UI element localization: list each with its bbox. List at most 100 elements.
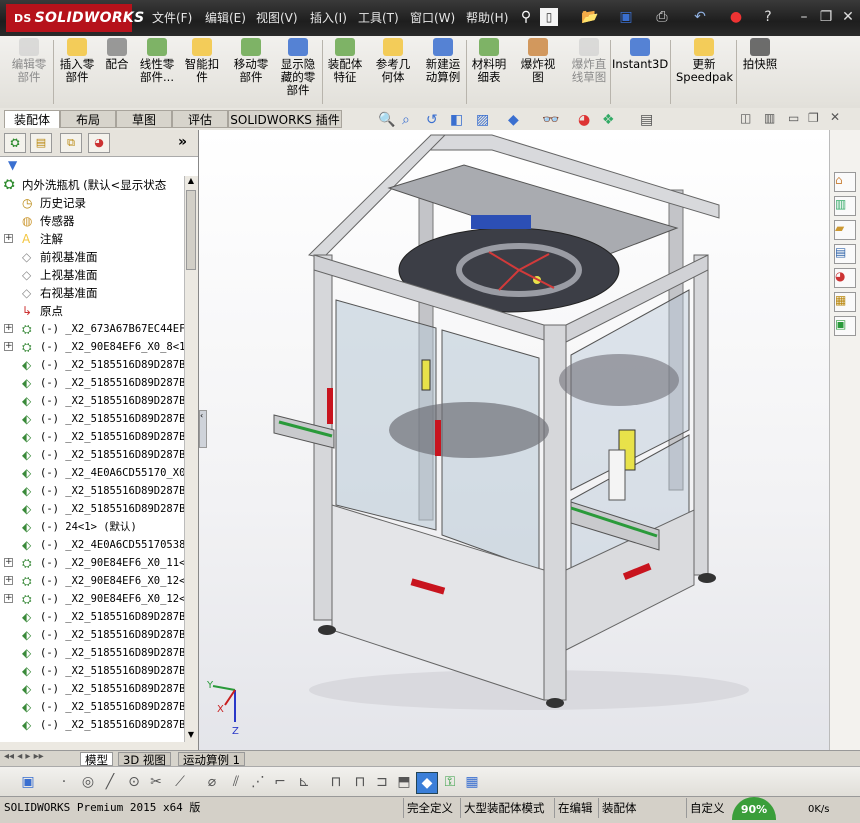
apply-scene-icon[interactable]: ❖ xyxy=(602,112,615,128)
tab-evaluate[interactable]: 评估 xyxy=(172,110,228,128)
section-view-icon[interactable]: ◧ xyxy=(450,112,463,128)
design-library-icon[interactable]: ▥ xyxy=(834,196,856,216)
save-icon[interactable]: ▣ xyxy=(18,772,38,792)
insert-components-button[interactable]: 插入零 部件 xyxy=(56,38,98,106)
tree-vertical-scrollbar[interactable]: ▲ ▼ xyxy=(184,176,198,742)
tree-root-assembly[interactable]: ⛭ 内外洗瓶机 (默认<显示状态 xyxy=(0,176,184,194)
tree-item[interactable]: ⬖ (-) _X2_5185516D89D287B xyxy=(0,680,184,698)
center-point-icon[interactable]: ⊙ xyxy=(124,772,144,792)
tree-item[interactable]: + ⛭ (-) _X2_90E84EF6_X0_12< xyxy=(0,572,184,590)
explode-line-sketch-button[interactable]: 爆炸直 线草图 xyxy=(566,38,612,106)
shaded-icon[interactable]: ◆ xyxy=(416,772,438,794)
tab-3d-view[interactable]: 3D 视图 xyxy=(118,752,171,767)
offset-icon[interactable]: ⋰ xyxy=(248,772,268,792)
tab-solidworks-addins[interactable]: SOLIDWORKS 插件 xyxy=(228,110,342,128)
viewport-layout-icon[interactable]: ▥ xyxy=(764,111,775,125)
reference-geometry-button[interactable]: 参考几 何体 xyxy=(372,38,414,106)
tab-layout[interactable]: 布局 xyxy=(60,110,116,128)
tree-item[interactable]: ↳ 原点 xyxy=(0,302,184,320)
assembly-features-button[interactable]: 装配体 特征 xyxy=(324,38,366,106)
tab-scroll-left-icon[interactable]: ◂◂ ◂ ▸ ▸▸ xyxy=(4,751,44,762)
forum-icon[interactable]: ▣ xyxy=(834,316,856,336)
tab-model[interactable]: 模型 xyxy=(80,752,113,767)
menu-tools[interactable]: 工具(T) xyxy=(358,9,399,27)
scroll-down-icon[interactable]: ▼ xyxy=(186,730,196,740)
menu-view[interactable]: 视图(V) xyxy=(256,9,298,27)
tree-item[interactable]: ◷ 历史记录 xyxy=(0,194,184,212)
expand-toggle-icon[interactable]: + xyxy=(4,324,13,333)
configuration-manager-tab-icon[interactable]: ⧉ xyxy=(60,133,82,153)
polygon-icon[interactable]: ⊾ xyxy=(294,772,314,792)
fillet-icon[interactable]: ⊓ xyxy=(326,772,346,792)
show-hidden-button[interactable]: 显示隐 藏的零 部件 xyxy=(276,38,320,106)
display-style-icon[interactable]: ◆ xyxy=(508,112,519,128)
help-icon[interactable]: ? xyxy=(756,6,780,28)
view-orientation-icon[interactable]: ▨ xyxy=(476,112,489,128)
tree-item[interactable]: ⬖ (-) _X2_5185516D89D287B xyxy=(0,428,184,446)
zoom-to-fit-icon[interactable]: 🔍 xyxy=(378,112,395,128)
menu-file[interactable]: 文件(F) xyxy=(152,9,192,27)
close-icon[interactable]: ✕ xyxy=(836,6,860,28)
snapshot-button[interactable]: 拍快照 xyxy=(740,38,780,106)
new-document-icon[interactable]: ▯ xyxy=(540,8,558,26)
tree-item[interactable]: ⬖ (-) _X2_5185516D89D287B xyxy=(0,608,184,626)
mate-button[interactable]: 配合 xyxy=(102,38,132,106)
move-component-button[interactable]: 移动零 部件 xyxy=(228,38,274,106)
save-icon[interactable]: ▣ xyxy=(614,6,638,28)
trim-icon[interactable]: ✂ xyxy=(146,772,166,792)
property-manager-tab-icon[interactable]: ▤ xyxy=(30,133,52,153)
tree-item[interactable]: ◇ 上视基准面 xyxy=(0,266,184,284)
tree-item[interactable]: + ⛭ (-) _X2_90E84EF6_X0_8<1 xyxy=(0,338,184,356)
tree-horizontal-scrollbar[interactable] xyxy=(0,742,198,750)
tree-item[interactable]: ⬖ (-) _X2_4E0A6CD55170538 xyxy=(0,536,184,554)
tree-item[interactable]: ⬖ (-) _X2_5185516D89D287B xyxy=(0,626,184,644)
display-manager-tab-icon[interactable]: ◕ xyxy=(88,133,110,153)
tree-item[interactable]: + A 注解 xyxy=(0,230,184,248)
previous-view-icon[interactable]: ↺ xyxy=(426,112,438,128)
restore-icon[interactable]: ❐ xyxy=(814,6,838,28)
scroll-thumb[interactable] xyxy=(186,190,196,270)
bill-of-materials-button[interactable]: 材料明 细表 xyxy=(470,38,508,106)
tree-item[interactable]: ◇ 前视基准面 xyxy=(0,248,184,266)
tree-item[interactable]: ⬖ (-) _X2_5185516D89D287B xyxy=(0,374,184,392)
rebuild-icon[interactable]: ● xyxy=(724,6,748,28)
tree-item[interactable]: ⬖ (-) _X2_5185516D89D287B xyxy=(0,698,184,716)
menu-window[interactable]: 窗口(W) xyxy=(410,9,455,27)
expand-toggle-icon[interactable]: + xyxy=(4,576,13,585)
3d-sketch-icon[interactable]: ⬒ xyxy=(394,772,414,792)
expand-toggle-icon[interactable]: + xyxy=(4,594,13,603)
instant3d-button[interactable]: Instant3D xyxy=(612,38,668,106)
menu-help[interactable]: 帮助(H) xyxy=(466,9,508,27)
tree-item[interactable]: ⬖ (-) _X2_5185516D89D287B xyxy=(0,500,184,518)
collapse-panel-handle[interactable]: ‹ xyxy=(199,410,207,448)
print-icon[interactable]: ⎙ xyxy=(650,6,674,28)
file-explorer-icon[interactable]: ▰ xyxy=(834,220,856,240)
convert-entities-icon[interactable]: ⊐ xyxy=(372,772,392,792)
line-icon[interactable]: ╱ xyxy=(100,772,120,792)
tab-motion-study[interactable]: 运动算例 1 xyxy=(178,752,245,767)
viewport-minimize-icon[interactable]: ▭ xyxy=(788,111,799,125)
tree-item[interactable]: ◇ 右视基准面 xyxy=(0,284,184,302)
tree-item[interactable]: + ⛭ (-) _X2_90E84EF6_X0_12< xyxy=(0,590,184,608)
feature-manager-tab-icon[interactable]: ⛭ xyxy=(4,133,26,153)
graphics-area[interactable]: Y X Z ‹ xyxy=(199,130,829,750)
expand-toggle-icon[interactable]: + xyxy=(4,234,13,243)
speedpak-button[interactable]: 更新 Speedpak xyxy=(676,38,733,106)
filter-icon[interactable]: ▼ xyxy=(8,158,17,172)
exploded-view-button[interactable]: 爆炸视 图 xyxy=(517,38,559,106)
relations-icon[interactable]: ⚿ xyxy=(440,772,460,792)
hide-show-items-icon[interactable]: 👓 xyxy=(542,112,559,128)
scroll-up-icon[interactable]: ▲ xyxy=(186,176,196,186)
viewport-tile-icon[interactable]: ◫ xyxy=(740,111,751,125)
open-icon[interactable]: 📂 xyxy=(578,6,602,28)
tree-item[interactable]: ⬖ (-) _X2_5185516D89D287B xyxy=(0,644,184,662)
pin-icon[interactable]: ⚲ xyxy=(514,6,538,28)
point-icon[interactable]: · xyxy=(54,772,74,792)
tree-item[interactable]: + ⛭ (-) _X2_90E84EF6_X0_11< xyxy=(0,554,184,572)
grid-icon[interactable]: ▦ xyxy=(462,772,482,792)
undo-icon[interactable]: ↶ xyxy=(688,6,712,28)
tree-item[interactable]: + ⛭ (-) _X2_673A67B67EC44EF xyxy=(0,320,184,338)
smart-dimension-icon[interactable]: ⌀ xyxy=(202,772,222,792)
tree-item[interactable]: ⬖ (-) 24<1> (默认) xyxy=(0,518,184,536)
tree-item[interactable]: ⬖ (-) _X2_5185516D89D287B xyxy=(0,356,184,374)
